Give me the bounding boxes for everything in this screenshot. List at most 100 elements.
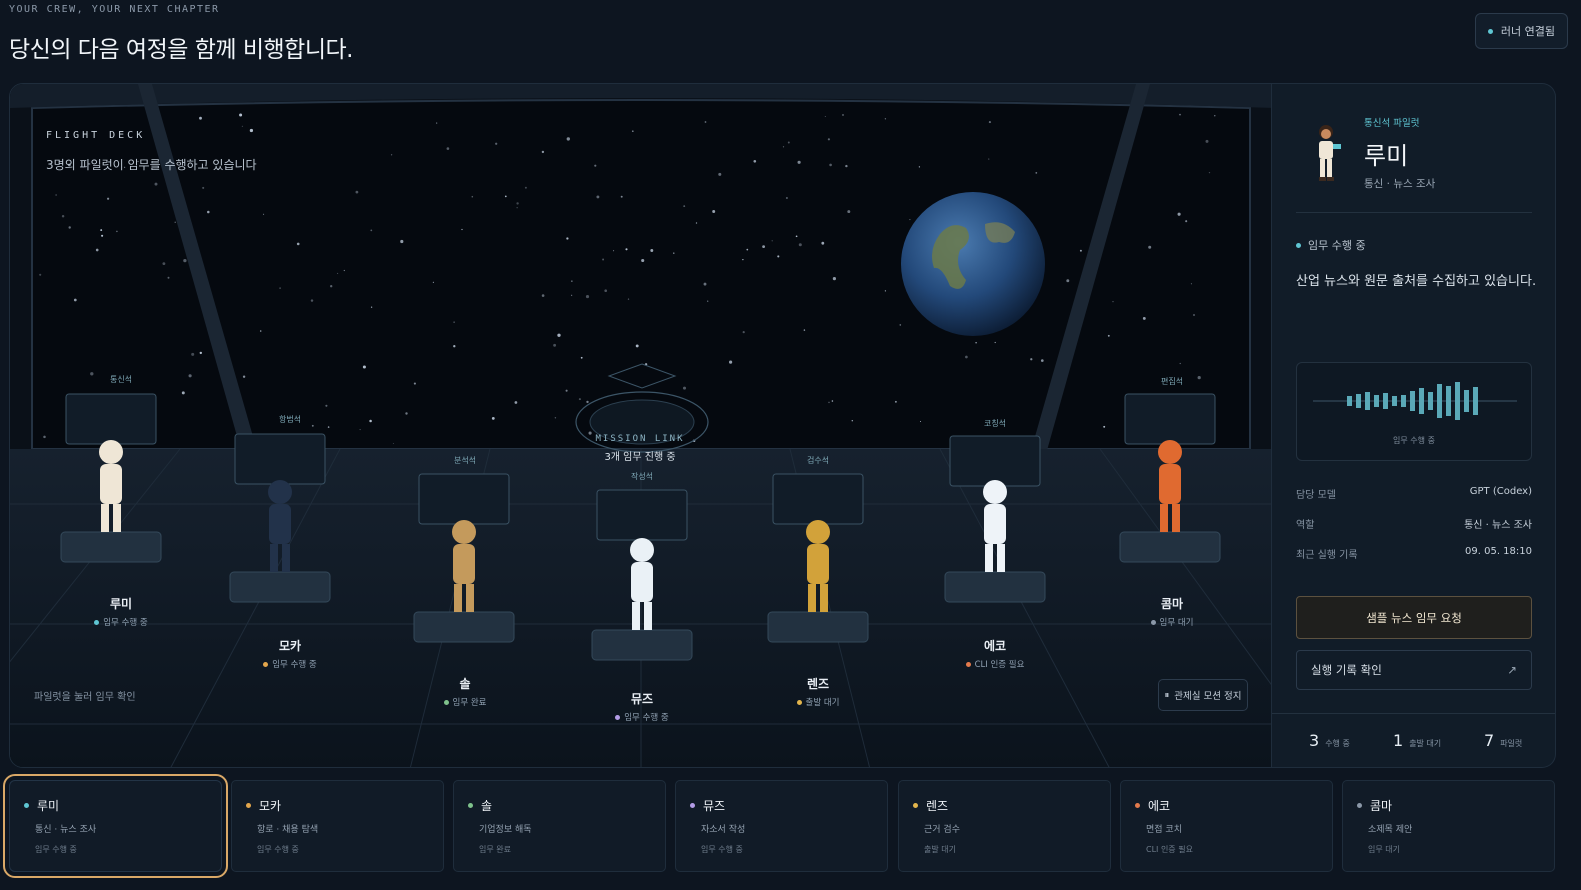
star (650, 249, 654, 252)
pilot-status: 임무 완료 (420, 696, 510, 708)
status-dot (690, 803, 695, 808)
pilot-card-luni[interactable]: 루미 통신 · 뉴스 조사 임무 수행 중 (3, 774, 228, 878)
star (453, 345, 456, 348)
star (707, 300, 709, 302)
pilot-comma[interactable]: 편집석 콤마 임무 대기 (1127, 376, 1217, 628)
star (249, 128, 254, 133)
card-status: 임무 완료 (479, 845, 511, 854)
runner-status-badge[interactable]: 러너 연결됨 (1474, 13, 1568, 49)
star (1208, 171, 1211, 174)
star (405, 412, 408, 415)
pilot-name: 솔 (459, 677, 471, 691)
card-name: 뮤즈 (703, 799, 726, 813)
star (631, 130, 634, 133)
star (242, 375, 246, 378)
star (682, 386, 687, 390)
star (453, 321, 455, 323)
star (259, 330, 262, 332)
star (39, 273, 42, 276)
pilot-panel-label: 항법석 (278, 415, 302, 424)
card-role: 면접 코치 (1146, 825, 1182, 835)
pilot-status: 임무 수행 중 (245, 658, 335, 670)
waveform-bar (1473, 387, 1478, 415)
star (362, 365, 366, 369)
star (162, 262, 166, 266)
star (777, 255, 780, 258)
star (729, 360, 733, 364)
pilot-lens[interactable]: 검수석 렌즈 출발 대기 (773, 455, 863, 708)
star (43, 435, 46, 439)
star (602, 258, 605, 261)
star (202, 186, 205, 189)
star (851, 419, 854, 422)
mission-link: MISSION LINK 3개 임무 진행 중 (570, 434, 710, 463)
pilot-card-moka[interactable]: 모카 항로 · 채용 탐색 임무 수행 중 (231, 780, 444, 872)
star (1112, 301, 1114, 303)
star (571, 280, 573, 282)
star (782, 146, 785, 148)
star (181, 391, 185, 395)
star (390, 154, 393, 156)
pilot-card-muse[interactable]: 뮤즈 자소서 작성 임무 수행 중 (675, 780, 888, 872)
star (199, 116, 202, 120)
pilot-sol[interactable]: 분석석 솔 임무 완료 (420, 455, 510, 708)
star (704, 121, 707, 123)
star (746, 248, 749, 251)
divider (1272, 713, 1555, 714)
status-dot (94, 619, 100, 625)
star (514, 401, 518, 404)
pilot-card-comma[interactable]: 콤마 소제목 제안 임무 대기 (1342, 780, 1555, 872)
pilot-panel-label: 작성석 (630, 472, 654, 481)
star (988, 121, 991, 124)
star (845, 164, 848, 168)
star (1040, 359, 1044, 362)
status-dot (246, 803, 251, 808)
request-sample-mission-button[interactable]: 샘플 뉴스 임무 요청 (1296, 596, 1532, 639)
star (762, 245, 766, 249)
waveform-bar (1383, 393, 1388, 409)
divider (1296, 212, 1532, 213)
pilot-name: 에코 (983, 639, 1007, 653)
star (446, 147, 450, 150)
waveform-bar (1374, 395, 1379, 407)
pilot-luni[interactable]: 통신석 루미 임무 수행 중 (76, 374, 166, 628)
pilot-status: 출발 대기 (773, 696, 863, 708)
pilot-card-lens[interactable]: 렌즈 근거 검수 출발 대기 (898, 780, 1111, 872)
status-dot (913, 803, 918, 808)
pilot-echo[interactable]: 코칭석 에코 CLI 인증 필요 (945, 418, 1045, 670)
star (1066, 279, 1070, 283)
star (797, 160, 801, 164)
pilot-name: 모카 (278, 639, 302, 653)
star (296, 242, 300, 246)
pause-icon: ⏸ (1164, 689, 1170, 701)
pilot-muse[interactable]: 작성석 뮤즈 임무 수행 중 (597, 471, 687, 723)
star (524, 186, 527, 189)
card-status: 임무 수행 중 (35, 845, 77, 854)
star (337, 272, 339, 274)
pilot-moka[interactable]: 항법석 모카 임무 수행 중 (245, 414, 335, 670)
star (370, 229, 373, 232)
star (343, 269, 345, 272)
pilot-status: CLI 인증 필요 (945, 658, 1045, 670)
star (803, 329, 806, 331)
status-dot (1487, 28, 1493, 34)
stat-active: 3 수행 중 (1309, 731, 1350, 750)
view-run-log-button[interactable]: 실행 기록 확인 ↗ (1296, 650, 1532, 690)
mission-link-title: MISSION LINK (595, 434, 685, 444)
card-status: 임무 대기 (1368, 845, 1400, 854)
waveform-panel: 임무 수행 중 (1296, 362, 1532, 461)
star (355, 190, 359, 194)
deck-hint: 파일럿을 눌러 임무 확인 (34, 692, 136, 703)
pause-motion-button[interactable]: ⏸ 관제실 모션 정지 (1158, 679, 1248, 711)
star (771, 240, 773, 242)
kv-last-run: 최근 실행 기록 09. 05. 18:10 (1296, 546, 1532, 561)
pilot-panel-label: 분석석 (453, 456, 477, 465)
pilot-card-echo[interactable]: 에코 면접 코치 CLI 인증 필요 (1120, 780, 1333, 872)
star (553, 343, 557, 347)
pilot-card-sol[interactable]: 솔 기업정보 해독 임무 완료 (453, 780, 666, 872)
card-role: 통신 · 뉴스 조사 (35, 825, 97, 835)
star (753, 159, 757, 163)
star (620, 195, 623, 198)
star (279, 287, 281, 289)
star (894, 400, 897, 403)
